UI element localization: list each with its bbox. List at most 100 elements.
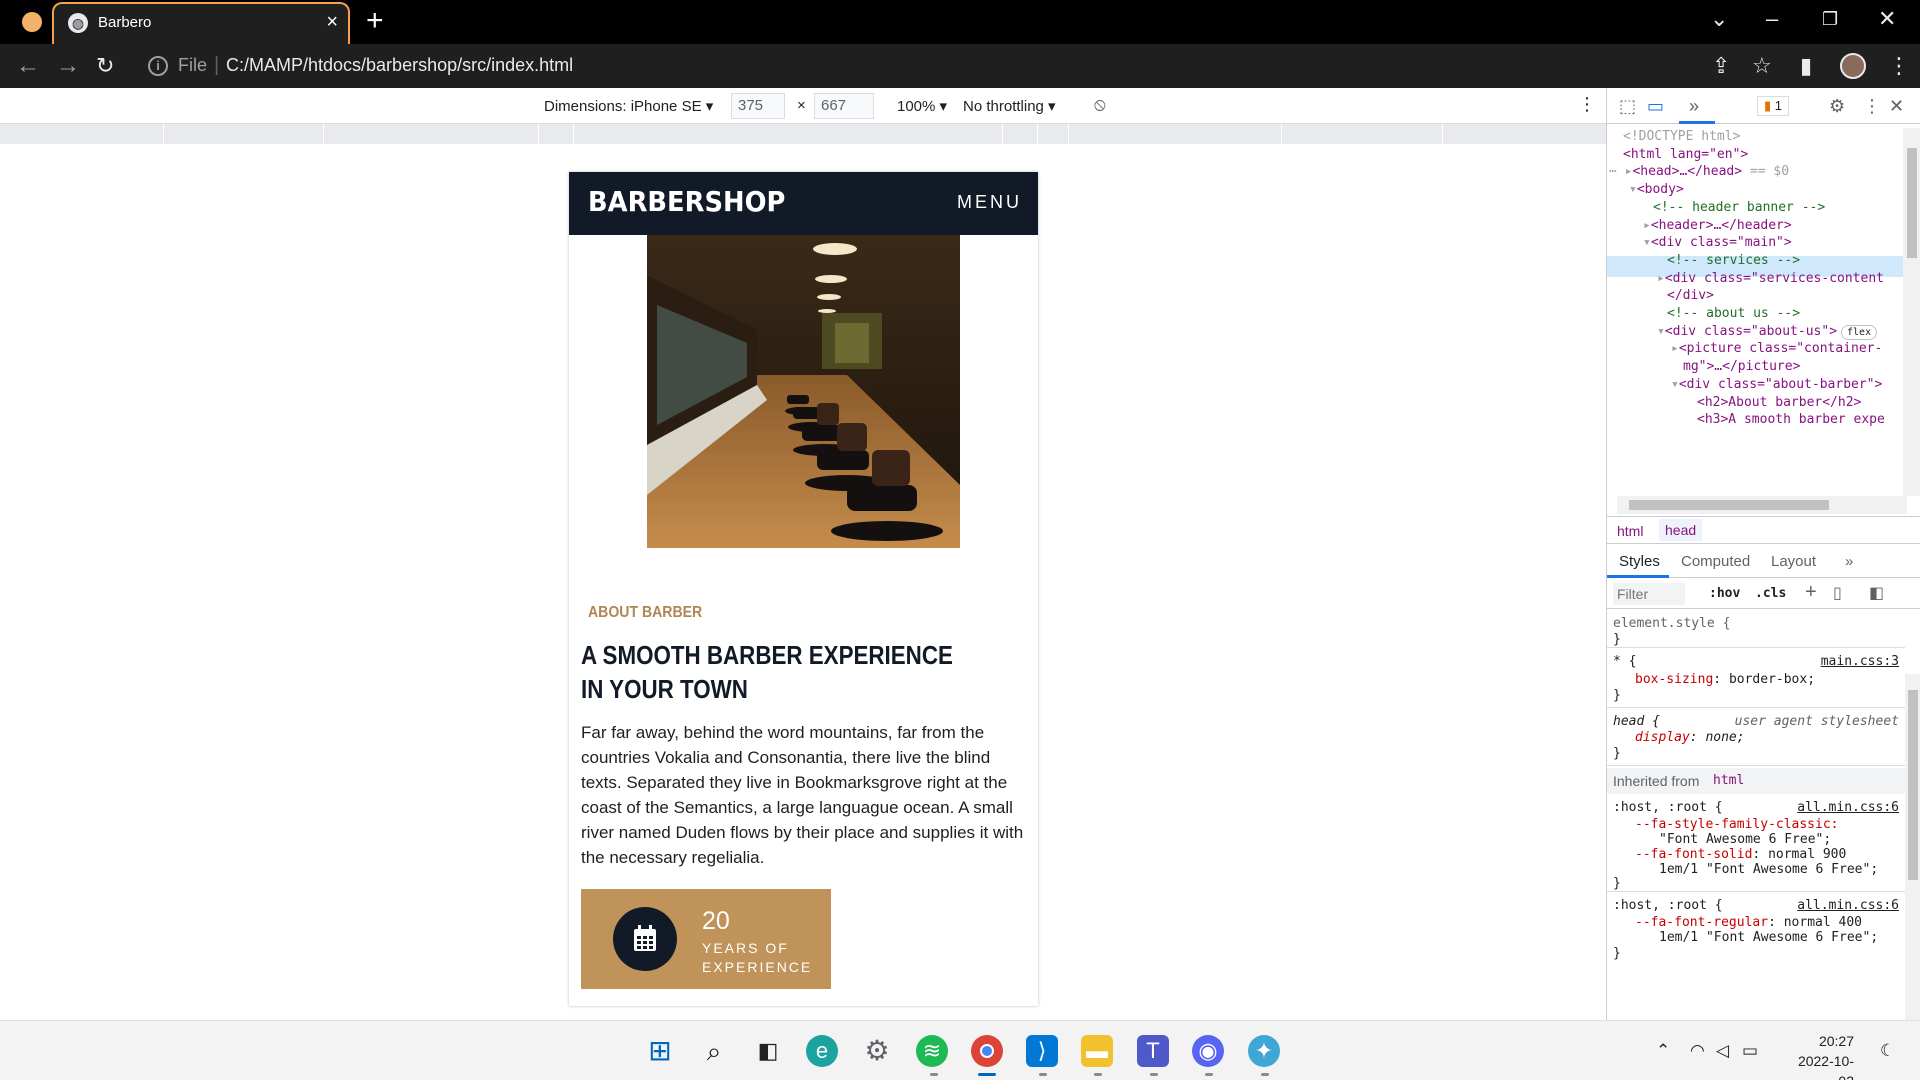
- root-selector[interactable]: :host, :root {: [1613, 800, 1723, 816]
- devtools-menu-icon[interactable]: ⋮: [1863, 96, 1881, 117]
- edge-icon[interactable]: e: [806, 1035, 838, 1067]
- collapse-arrow-icon[interactable]: ▾: [1643, 235, 1651, 250]
- element-style-selector[interactable]: element.style {: [1613, 616, 1730, 632]
- media-query-segment[interactable]: [539, 124, 574, 144]
- media-query-segment[interactable]: [1003, 124, 1038, 144]
- scroll-thumb[interactable]: [1629, 500, 1829, 510]
- volume-icon[interactable]: ◁: [1716, 1041, 1729, 1061]
- start-button-icon[interactable]: ⊞: [644, 1035, 676, 1067]
- browser-menu-icon[interactable]: ⋮: [1888, 53, 1910, 79]
- tab-search-chevron-icon[interactable]: ⌄: [1710, 6, 1728, 32]
- collapse-arrow-icon[interactable]: ▾: [1657, 324, 1665, 339]
- style-declaration[interactable]: display: none;: [1635, 730, 1745, 746]
- task-view-icon[interactable]: ◧: [752, 1035, 784, 1067]
- breadcrumb-head[interactable]: head: [1659, 519, 1703, 541]
- toggle-sidebar-icon[interactable]: ◧: [1869, 583, 1884, 603]
- throttling-dropdown[interactable]: No throttling ▾: [963, 97, 1056, 115]
- paint-brush-icon[interactable]: ▯: [1833, 583, 1842, 603]
- site-info-icon[interactable]: i: [148, 56, 168, 76]
- issues-badge[interactable]: ▮ 1: [1757, 96, 1790, 116]
- rule-source-link[interactable]: all.min.css:6: [1797, 898, 1899, 914]
- collapse-arrow-icon[interactable]: ▾: [1629, 182, 1637, 197]
- style-declaration[interactable]: --fa-font-regular: normal 400: [1635, 915, 1862, 931]
- settings-gear-icon[interactable]: ⚙: [1829, 96, 1845, 117]
- style-declaration[interactable]: --fa-font-solid: normal 900: [1635, 847, 1846, 863]
- browser-tab[interactable]: ◍ Barbero ×: [52, 2, 350, 44]
- styles-filter-input[interactable]: [1613, 583, 1685, 605]
- head-selector[interactable]: head {: [1613, 714, 1660, 730]
- tab-layout[interactable]: Layout: [1771, 553, 1816, 570]
- breadcrumb-html[interactable]: html: [1617, 523, 1643, 539]
- back-button[interactable]: ←: [16, 52, 40, 80]
- dom-vertical-scrollbar[interactable]: [1903, 128, 1920, 496]
- device-toggle-icon[interactable]: ▭: [1647, 96, 1664, 117]
- new-tab-button[interactable]: +: [366, 4, 384, 38]
- side-panel-icon[interactable]: ▮: [1800, 53, 1812, 79]
- expand-arrow-icon[interactable]: ▸: [1643, 218, 1651, 233]
- search-icon[interactable]: ⌕: [698, 1035, 730, 1067]
- media-query-segment[interactable]: [324, 124, 539, 144]
- menu-button[interactable]: MENU: [957, 192, 1022, 213]
- add-rule-icon[interactable]: +: [1805, 581, 1817, 604]
- address-bar-input[interactable]: C:/MAMP/htdocs/barbershop/src/index.html: [226, 55, 573, 76]
- dom-h3[interactable]: <h3>A smooth barber expe: [1697, 409, 1885, 430]
- more-tabs-icon[interactable]: »: [1689, 96, 1699, 117]
- expand-arrow-icon[interactable]: ▸: [1657, 271, 1665, 286]
- dimensions-dropdown[interactable]: Dimensions: iPhone SE ▾: [544, 97, 713, 115]
- style-declaration[interactable]: box-sizing: border-box;: [1635, 672, 1815, 688]
- dom-horizontal-scrollbar[interactable]: [1617, 496, 1907, 514]
- root-selector[interactable]: :host, :root {: [1613, 898, 1723, 914]
- class-toggle[interactable]: .cls: [1755, 586, 1786, 601]
- media-query-segment[interactable]: [1069, 124, 1282, 144]
- scroll-thumb[interactable]: [1907, 148, 1917, 258]
- inherited-element-link[interactable]: html: [1713, 773, 1744, 788]
- battery-icon[interactable]: ▭: [1742, 1041, 1758, 1061]
- paint-app-icon[interactable]: ✦: [1248, 1035, 1280, 1067]
- wifi-icon[interactable]: ◠: [1690, 1041, 1705, 1061]
- collapse-arrow-icon[interactable]: ▾: [1671, 377, 1679, 392]
- hover-state-toggle[interactable]: :hov: [1709, 586, 1740, 601]
- teams-icon[interactable]: T: [1137, 1035, 1169, 1067]
- scroll-thumb[interactable]: [1908, 690, 1918, 880]
- rotate-icon[interactable]: ⦸: [1094, 94, 1106, 115]
- file-explorer-icon[interactable]: ▬: [1081, 1035, 1113, 1067]
- media-query-bar[interactable]: [0, 124, 1606, 144]
- site-logo[interactable]: BARBERSHOP: [588, 185, 785, 218]
- rule-source-link[interactable]: main.css:3: [1821, 654, 1899, 670]
- expand-arrow-icon[interactable]: ▸: [1671, 341, 1679, 356]
- tab-computed[interactable]: Computed: [1681, 553, 1750, 570]
- settings-gear-icon[interactable]: ⚙: [861, 1035, 893, 1067]
- more-tabs-icon[interactable]: »: [1845, 553, 1853, 570]
- browser-profile-dot[interactable]: [22, 12, 42, 32]
- restore-button[interactable]: ❐: [1822, 9, 1838, 30]
- media-query-segment[interactable]: [574, 124, 1003, 144]
- spotify-icon[interactable]: ≋: [916, 1035, 948, 1067]
- discord-icon[interactable]: ◉: [1192, 1035, 1224, 1067]
- notification-moon-icon[interactable]: ☾: [1880, 1041, 1895, 1061]
- devtools-close-icon[interactable]: ✕: [1889, 96, 1904, 117]
- media-query-segment[interactable]: [1282, 124, 1443, 144]
- universal-selector[interactable]: * {: [1613, 654, 1636, 670]
- tab-styles[interactable]: Styles: [1619, 553, 1660, 570]
- media-query-segment[interactable]: [1038, 124, 1069, 144]
- close-window-button[interactable]: ✕: [1878, 6, 1896, 32]
- minimize-button[interactable]: –: [1766, 6, 1778, 32]
- media-query-segment[interactable]: [0, 124, 164, 144]
- chrome-icon[interactable]: [971, 1035, 1003, 1067]
- forward-button[interactable]: →: [56, 52, 80, 80]
- device-width-input[interactable]: 375: [731, 93, 785, 119]
- rule-source-link[interactable]: all.min.css:6: [1797, 800, 1899, 816]
- device-more-icon[interactable]: ⋮: [1578, 94, 1596, 115]
- bookmark-star-icon[interactable]: ☆: [1752, 53, 1772, 79]
- device-height-input[interactable]: 667: [814, 93, 874, 119]
- tab-close-icon[interactable]: ×: [326, 11, 338, 34]
- style-property[interactable]: --fa-style-family-classic:: [1635, 817, 1839, 833]
- reload-button[interactable]: ↻: [96, 53, 114, 79]
- zoom-dropdown[interactable]: 100% ▾: [897, 97, 947, 115]
- tray-chevron-icon[interactable]: ⌃: [1656, 1041, 1670, 1061]
- share-icon[interactable]: ⇪: [1712, 53, 1730, 79]
- media-query-segment[interactable]: [164, 124, 324, 144]
- profile-avatar[interactable]: [1840, 53, 1866, 79]
- vscode-icon[interactable]: ⟩: [1026, 1035, 1058, 1067]
- system-clock[interactable]: 20:27 2022-10-02: [1790, 1031, 1854, 1080]
